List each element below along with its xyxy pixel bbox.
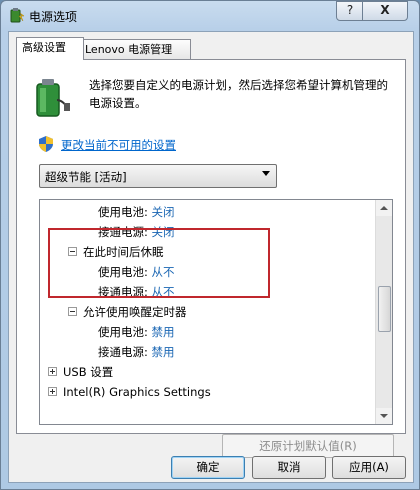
tree-row-label: Intel(R) Graphics Settings (63, 385, 211, 399)
title-bar[interactable]: 电源选项 ? X (1, 1, 419, 31)
power-plan-value: 超级节能 [活动] (45, 170, 127, 184)
tab-advanced-settings[interactable]: 高级设置 (16, 37, 84, 60)
tree-row[interactable]: 接通电源: 禁用 (98, 342, 175, 362)
apply-button[interactable]: 应用(A) (332, 456, 406, 479)
tree-row[interactable]: 使用电池: 禁用 (98, 322, 175, 342)
tree-row-label: 允许使用唤醒定时器 (83, 305, 187, 319)
tree-row[interactable]: 使用电池: 关闭 (98, 202, 175, 222)
cancel-button[interactable]: 取消 (252, 456, 326, 479)
tab-lenovo-power[interactable]: Lenovo 电源管理 (79, 39, 191, 60)
power-plan-select[interactable]: 超级节能 [活动] (39, 164, 277, 188)
scroll-thumb[interactable] (378, 286, 391, 332)
description-text: 选择您要自定义的电源计划，然后选择您希望计算机管理的电源设置。 (89, 78, 388, 110)
uac-shield-icon (39, 136, 53, 152)
tree-row-value[interactable]: 禁用 (152, 325, 175, 339)
tree-row-label: 使用电池: (98, 205, 148, 219)
tree-scrollbar[interactable] (375, 200, 392, 424)
power-options-icon (10, 8, 25, 23)
tree-row[interactable]: USB 设置 (48, 362, 113, 382)
scroll-down-icon[interactable] (376, 408, 392, 424)
tree-row[interactable]: Intel(R) Graphics Settings (48, 382, 211, 402)
expand-icon[interactable] (48, 367, 57, 376)
collapse-icon[interactable] (68, 307, 77, 316)
tree-row[interactable]: 允许使用唤醒定时器 (68, 302, 187, 322)
restore-defaults-button[interactable]: 还原计划默认值(R) (222, 434, 394, 458)
tree-row-label: 使用电池: (98, 325, 148, 339)
expand-icon[interactable] (48, 387, 57, 396)
window-title: 电源选项 (29, 10, 78, 24)
help-button[interactable]: ? (336, 1, 364, 21)
change-settings-link[interactable]: 更改当前不可用的设置 (61, 137, 176, 153)
scroll-up-icon[interactable] (376, 200, 392, 216)
tree-row-value[interactable]: 禁用 (152, 345, 175, 359)
close-button[interactable]: X (362, 1, 408, 21)
highlight-annotation-box (48, 228, 270, 298)
tree-row-label: USB 设置 (63, 365, 114, 379)
ok-button[interactable]: 确定 (171, 456, 245, 479)
battery-plug-icon (36, 79, 70, 117)
tree-row-value[interactable]: 关闭 (152, 205, 175, 219)
tree-row-label: 接通电源: (98, 345, 148, 359)
dropdown-arrow-icon (262, 171, 270, 176)
